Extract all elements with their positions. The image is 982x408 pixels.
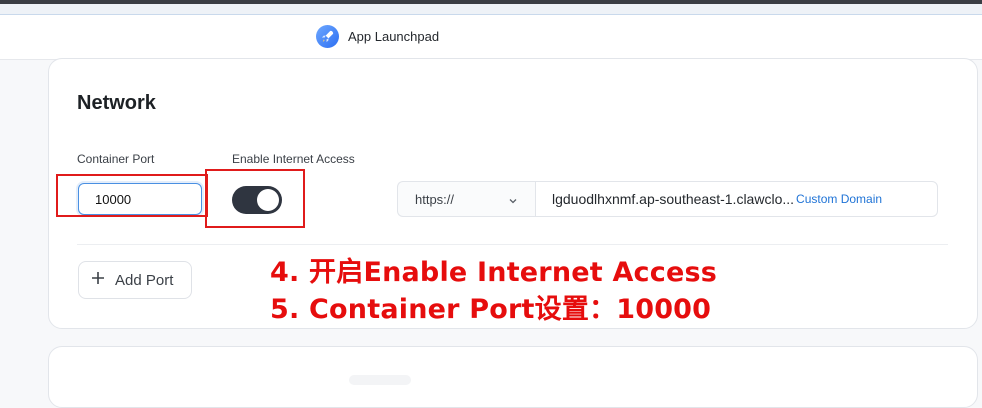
rocket-icon: [316, 25, 339, 48]
annotation-step-4: 4. 开启Enable Internet Access: [270, 257, 718, 288]
highlight-box-port: [56, 174, 208, 217]
container-port-label: Container Port: [77, 152, 155, 166]
protocol-value: https://: [415, 191, 455, 207]
app-title-group: App Launchpad: [316, 25, 439, 48]
plus-icon: [91, 271, 105, 289]
internet-access-label: Enable Internet Access: [232, 152, 355, 166]
section-title: Network: [77, 92, 156, 114]
domain-text: lgduodlhxnmf.ap-southeast-1.clawclo...: [552, 191, 795, 207]
domain-field: lgduodlhxnmf.ap-southeast-1.clawclo... C…: [535, 181, 938, 217]
highlight-box-toggle: [205, 169, 305, 228]
app-title: App Launchpad: [348, 29, 440, 44]
add-port-button[interactable]: Add Port: [78, 261, 192, 299]
placeholder-pill: [349, 375, 411, 385]
divider: [77, 244, 948, 245]
custom-domain-link[interactable]: Custom Domain: [796, 192, 882, 206]
next-card: [48, 346, 978, 408]
protocol-select[interactable]: https://: [397, 181, 535, 217]
chevron-down-icon: [508, 194, 518, 209]
annotation-step-5: 5. Container Port设置：10000: [270, 294, 712, 325]
browser-toolbar-strip: [0, 4, 982, 15]
add-port-label: Add Port: [115, 271, 174, 289]
app-header: App Launchpad: [0, 15, 982, 60]
